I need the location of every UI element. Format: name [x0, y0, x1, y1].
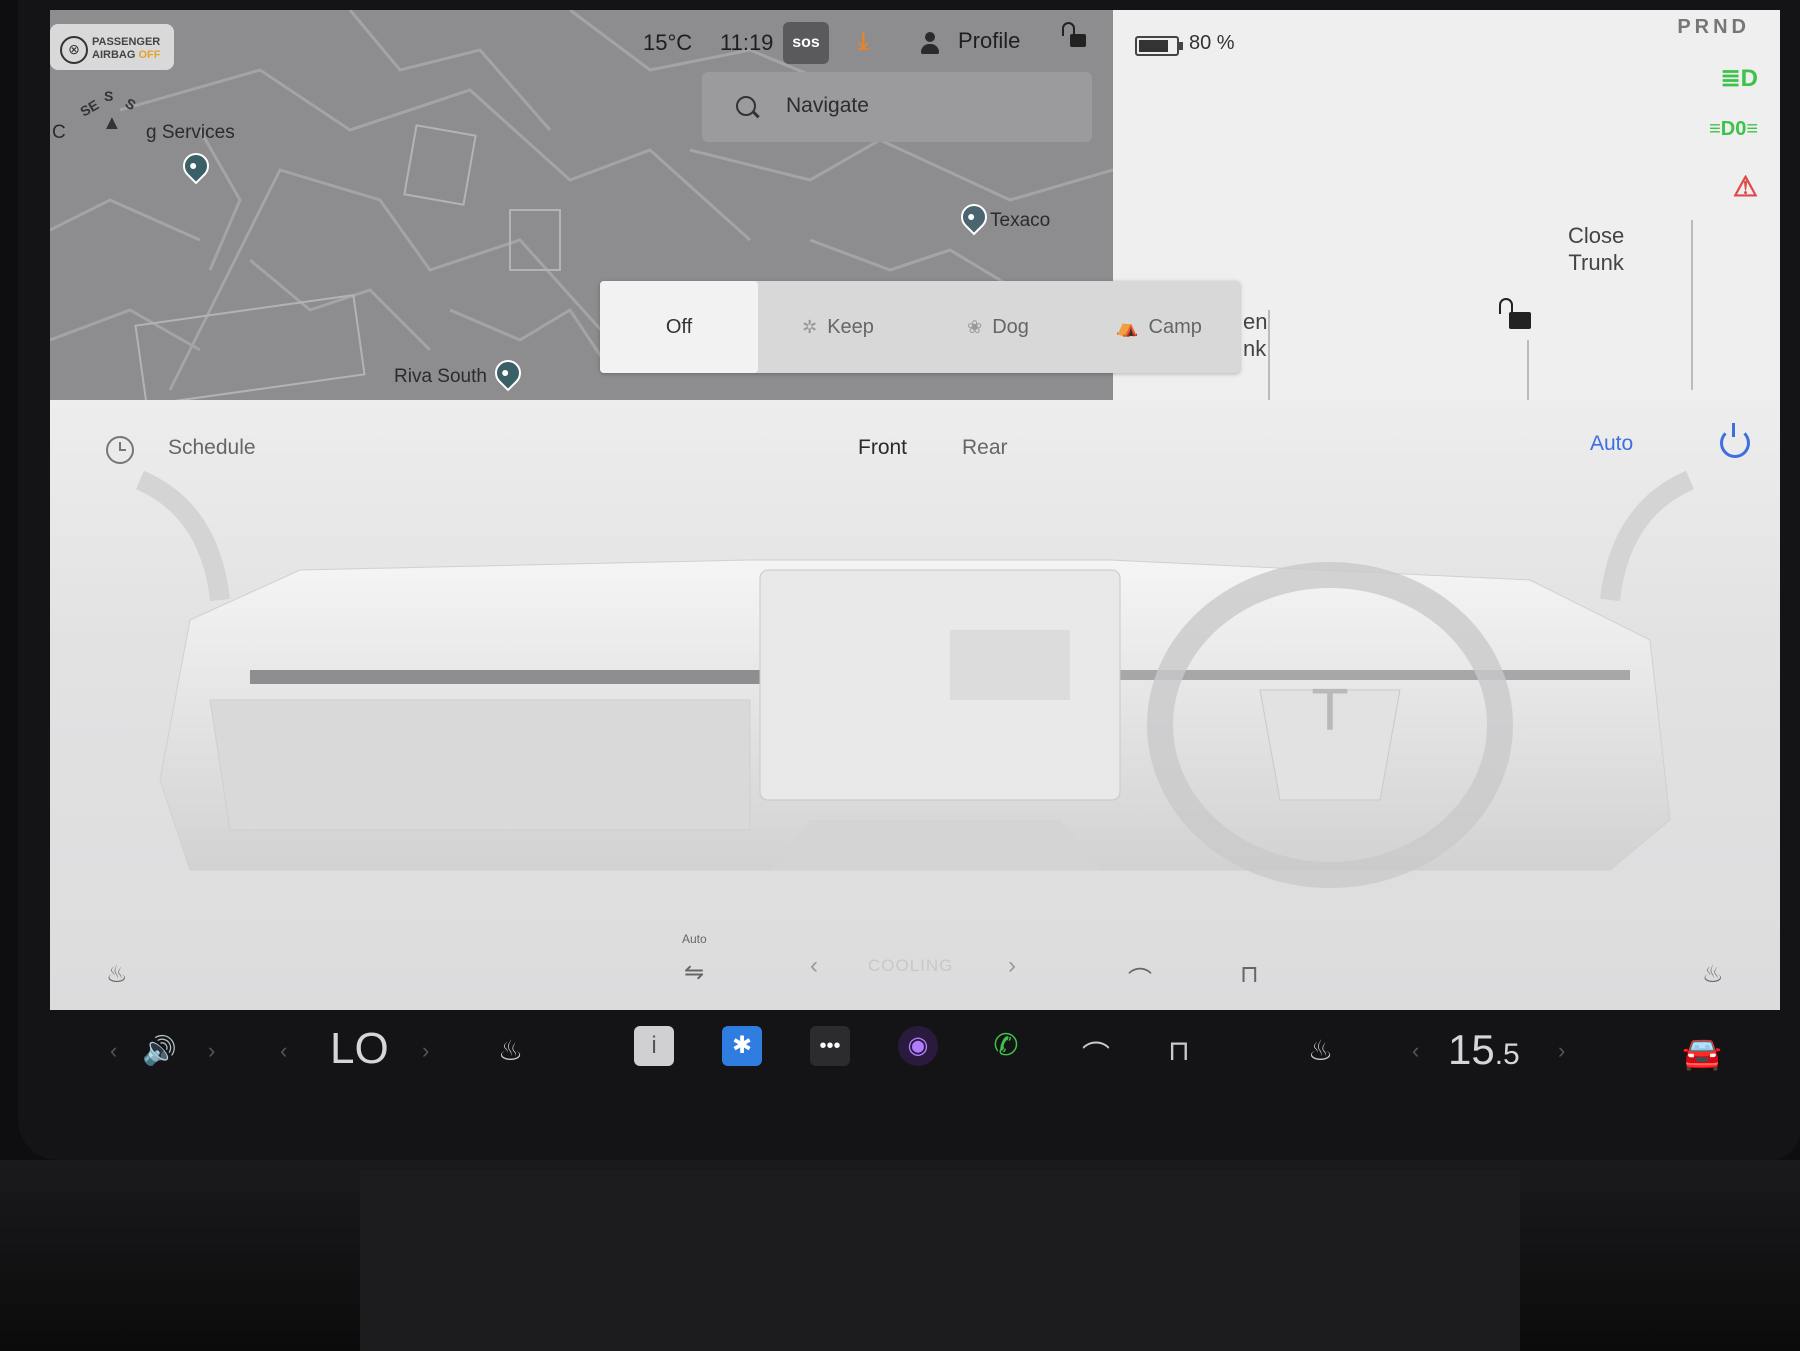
- map-label-services: g Services: [146, 122, 235, 143]
- battery-icon: [1135, 36, 1183, 56]
- auto-recirc-label: Auto: [682, 932, 707, 946]
- mode-off-button[interactable]: Off: [600, 281, 758, 373]
- profile-button[interactable]: Profile: [958, 28, 1020, 54]
- parking-lights-icon: ≡D0≡: [1709, 118, 1758, 140]
- navigate-placeholder: Navigate: [786, 94, 869, 117]
- navigate-search[interactable]: Navigate: [702, 72, 1092, 142]
- auto-climate-button[interactable]: Auto: [1590, 432, 1633, 456]
- compass-label-se: SE: [77, 96, 102, 120]
- passenger-temp-down-icon[interactable]: ‹: [1412, 1038, 1419, 1064]
- console-panel: [360, 1170, 1520, 1351]
- passenger-seat-heater-dock-icon[interactable]: ♨: [1308, 1034, 1333, 1067]
- manual-app-icon[interactable]: i: [634, 1026, 674, 1066]
- frunk-line1: en: [1243, 309, 1268, 334]
- seatbelt-warning-icon: ⚠: [1732, 171, 1758, 202]
- phone-icon[interactable]: ✆: [986, 1026, 1026, 1066]
- sos-label: sos: [792, 34, 820, 51]
- frunk-line2: nk: [1243, 336, 1267, 361]
- tent-icon: ⛺: [1116, 316, 1139, 337]
- open-frunk-button[interactable]: en nk: [1243, 308, 1267, 362]
- passenger-temperature[interactable]: 15.5: [1448, 1026, 1520, 1074]
- paw-icon: ❀: [967, 316, 983, 337]
- battery-fill: [1139, 40, 1168, 52]
- tab-rear[interactable]: Rear: [962, 436, 1008, 460]
- battery-percent: 80 %: [1189, 32, 1235, 54]
- airbag-label-line1: PASSENGER: [92, 36, 161, 48]
- passenger-seat-heater-icon[interactable]: ♨: [1702, 960, 1724, 989]
- mode-keep-label: Keep: [827, 315, 874, 338]
- mode-off-label: Off: [665, 315, 693, 338]
- mode-dog-label: Dog: [992, 315, 1029, 338]
- bottom-dock: ‹ 🔊 › ‹ LO › ♨ i ✱ ••• ◉ ✆ ⌒ ⊓ ♨ ‹ 15.5 …: [50, 1010, 1780, 1120]
- dock-seat-heater-icon[interactable]: ♨: [498, 1034, 523, 1067]
- close-trunk-button[interactable]: Close Trunk: [1568, 222, 1624, 276]
- schedule-button[interactable]: Schedule: [168, 436, 256, 460]
- bluetooth-icon[interactable]: ✱: [722, 1026, 762, 1066]
- charge-port-unlock-icon[interactable]: [1499, 298, 1531, 329]
- mode-camp-button[interactable]: ⛺ Camp: [1078, 281, 1240, 373]
- front-defrost-dock-icon[interactable]: ⌒: [1082, 1034, 1110, 1074]
- climate-power-icon[interactable]: [1720, 423, 1750, 458]
- compass-arrow-icon: ▲: [102, 112, 122, 134]
- fan-left-chevron-icon[interactable]: ‹: [810, 952, 818, 980]
- recirculate-icon[interactable]: ⇋: [684, 958, 704, 987]
- touchscreen: ⊗ PASSENGER AIRBAG OFF SE S S ▲ C g Serv…: [50, 10, 1780, 1010]
- climate-mode-selector: Off ✲ Keep ❀ Dog ⛺ Camp: [600, 281, 1240, 373]
- svg-text:T: T: [1312, 679, 1348, 744]
- cooling-status: COOLING: [868, 956, 954, 975]
- clock-time: 11:19: [720, 30, 774, 55]
- schedule-clock-icon: [106, 436, 134, 464]
- close-trunk-line1: Close: [1568, 223, 1625, 248]
- passenger-temp-up-icon[interactable]: ›: [1558, 1038, 1565, 1064]
- rear-defrost-icon[interactable]: ⊓: [1240, 960, 1259, 989]
- rear-defrost-dock-icon[interactable]: ⊓: [1168, 1034, 1190, 1067]
- charge-divider: [1527, 340, 1529, 400]
- trunk-divider: [1691, 220, 1693, 390]
- passenger-temp-decimal: .5: [1494, 1038, 1520, 1071]
- mode-camp-label: Camp: [1148, 315, 1202, 338]
- airbag-label-line2: AIRBAG OFF: [92, 49, 160, 61]
- passenger-temp-main: 15: [1448, 1026, 1495, 1073]
- volume-down-chevron-icon[interactable]: ‹: [110, 1038, 117, 1064]
- download-icon[interactable]: ⤓: [858, 28, 869, 56]
- driver-temperature[interactable]: LO: [330, 1024, 389, 1074]
- sos-button[interactable]: sos: [783, 22, 829, 64]
- camera-icon[interactable]: ◉: [898, 1026, 938, 1066]
- mode-dog-button[interactable]: ❀ Dog: [918, 281, 1078, 373]
- low-beam-icon: ≣D: [1720, 65, 1758, 92]
- frunk-divider: [1268, 310, 1270, 400]
- more-apps-icon[interactable]: •••: [810, 1026, 850, 1066]
- profile-icon: [920, 32, 940, 54]
- fan-icon: ✲: [802, 316, 818, 337]
- cabin-illustration: T: [135, 470, 1695, 888]
- map-label-partial: C: [52, 122, 66, 143]
- compass-label-s2: S: [122, 94, 139, 114]
- airbag-icon: ⊗: [60, 36, 88, 64]
- airbag-state: OFF: [138, 49, 161, 61]
- car-icon[interactable]: 🚘: [1682, 1034, 1722, 1072]
- climate-panel: T Schedule Front Rear Auto ♨ Auto ⇋ ‹ CO…: [50, 400, 1780, 1010]
- outside-temperature: 15°C: [643, 30, 693, 55]
- driver-temp-up-icon[interactable]: ›: [422, 1038, 429, 1064]
- compass[interactable]: SE S S ▲: [70, 78, 140, 148]
- driver-temp-down-icon[interactable]: ‹: [280, 1038, 287, 1064]
- airbag-label: AIRBAG: [92, 49, 136, 61]
- tab-front[interactable]: Front: [858, 436, 907, 460]
- lock-icon[interactable]: [1062, 22, 1086, 47]
- map-label-texaco: Texaco: [990, 210, 1051, 231]
- passenger-airbag-indicator: ⊗ PASSENGER AIRBAG OFF: [50, 24, 174, 70]
- close-trunk-line2: Trunk: [1568, 250, 1624, 275]
- volume-up-chevron-icon[interactable]: ›: [208, 1038, 215, 1064]
- map-label-riva-south: Riva South: [394, 366, 487, 387]
- center-console: [0, 1160, 1800, 1351]
- compass-label-s: S: [104, 88, 114, 104]
- front-defrost-icon[interactable]: ⌒: [1128, 960, 1152, 995]
- driver-seat-heater-icon[interactable]: ♨: [106, 960, 128, 989]
- gear-selector: PRND: [1677, 16, 1750, 38]
- search-icon: [736, 96, 756, 116]
- volume-icon[interactable]: 🔊: [142, 1034, 177, 1067]
- fan-right-chevron-icon[interactable]: ›: [1008, 952, 1016, 980]
- mode-keep-button[interactable]: ✲ Keep: [758, 281, 918, 373]
